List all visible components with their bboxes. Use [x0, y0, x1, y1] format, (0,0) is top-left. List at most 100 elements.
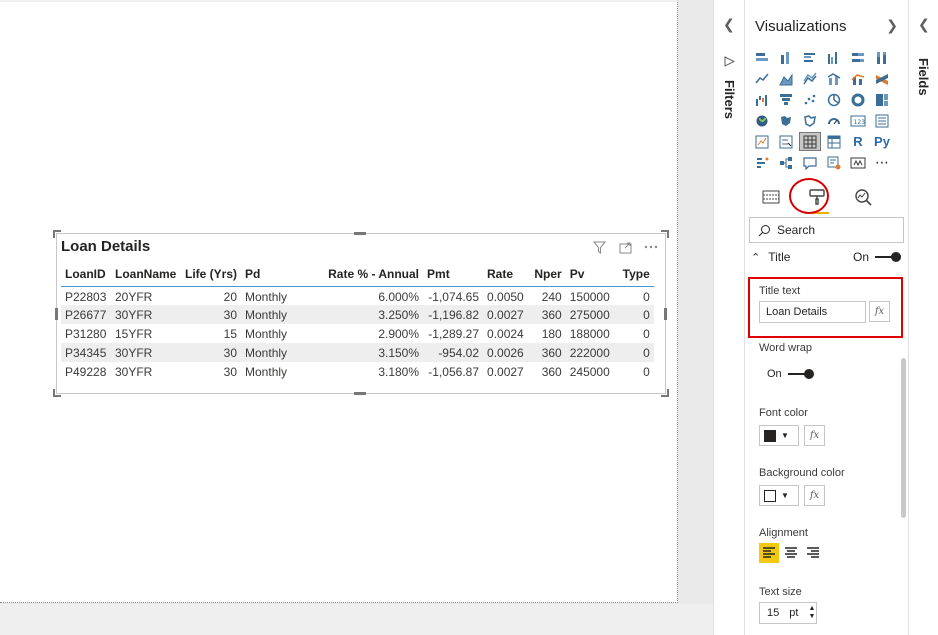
area-chart-icon[interactable] [775, 69, 797, 88]
col-header[interactable]: LoanName [111, 262, 181, 287]
table-cell: 222000 [565, 343, 614, 362]
scatter-chart-icon[interactable] [799, 90, 821, 109]
100-stacked-column-icon[interactable] [871, 48, 893, 67]
table-cell: P22803 [65, 290, 107, 305]
gauge-icon[interactable] [823, 111, 845, 130]
funnel-chart-icon[interactable] [775, 90, 797, 109]
treemap-icon[interactable] [871, 90, 893, 109]
col-header[interactable]: Rate [483, 262, 528, 287]
python-visual-icon[interactable]: Py [871, 132, 893, 151]
filter-icon [724, 56, 736, 70]
map-icon[interactable] [751, 111, 773, 130]
title-toggle[interactable] [875, 252, 901, 262]
focus-mode-icon[interactable] [617, 239, 633, 255]
table-row[interactable]: P34345 30YFR 30 Monthly 3.150% -954.02 0.0026 3… [61, 343, 654, 362]
format-search-input[interactable]: Search [749, 217, 904, 243]
table-visual[interactable]: Loan Details LoanID LoanName Life (Yrs) … [53, 230, 669, 397]
col-header[interactable]: Type [613, 262, 654, 287]
chevron-right-icon[interactable]: ❯ [886, 17, 898, 34]
chevron-left-icon[interactable]: ❮ [723, 16, 735, 33]
decomposition-tree-icon[interactable] [775, 153, 797, 172]
title-toggle-label: On [852, 250, 869, 264]
filled-map-icon[interactable] [775, 111, 797, 130]
table-cell: 0 [613, 305, 654, 324]
report-canvas[interactable]: Loan Details LoanID LoanName Life (Yrs) … [0, 0, 678, 603]
table-icon[interactable] [799, 132, 821, 151]
table-row[interactable]: P31280 15YFR 15 Monthly 2.900% -1,289.27 0.002… [61, 324, 654, 343]
table-cell: -1,196.82 [423, 305, 484, 324]
table-cell: -1,289.27 [428, 326, 480, 341]
table-cell: 30 [181, 343, 242, 362]
clustered-bar-icon[interactable] [799, 48, 821, 67]
table-row[interactable]: P26677 30YFR 30 Monthly 3.250% -1,196.82 0.002… [61, 305, 654, 324]
paginated-report-icon[interactable] [847, 153, 869, 172]
stacked-area-icon[interactable] [799, 69, 821, 88]
card-icon[interactable]: 123 [847, 111, 869, 130]
qa-visual-icon[interactable] [799, 153, 821, 172]
table-cell: 240 [541, 290, 562, 305]
fields-pane-collapsed[interactable]: ❮ Fields [908, 0, 938, 635]
col-header[interactable]: Pv [565, 262, 614, 287]
text-size-stepper[interactable]: 15 pt ▲ ▼ [759, 602, 817, 624]
table-cell: 0 [643, 326, 650, 341]
font-color-picker[interactable]: ▼ [759, 425, 799, 446]
pane-scrollbar[interactable] [901, 358, 906, 518]
title-fx-button[interactable]: fx [869, 301, 890, 322]
smart-narrative-icon[interactable] [823, 153, 845, 172]
col-header[interactable]: Life (Yrs) [181, 262, 242, 287]
shape-map-icon[interactable] [799, 111, 821, 130]
col-header[interactable]: Nper [527, 262, 566, 287]
multi-row-card-icon[interactable] [871, 111, 893, 130]
stacked-bar-icon[interactable] [751, 48, 773, 67]
align-right-icon[interactable] [803, 543, 823, 563]
word-wrap-toggle[interactable] [787, 369, 814, 379]
donut-chart-icon[interactable] [847, 90, 869, 109]
waterfall-chart-icon[interactable] [751, 90, 773, 109]
analytics-magnifier-icon[interactable] [847, 182, 879, 212]
align-left-icon[interactable] [759, 543, 779, 563]
fields-tab-icon[interactable] [755, 182, 787, 212]
filters-pane-collapsed[interactable]: ❮ Filters [713, 0, 745, 635]
table-cell: 0.0027 [487, 364, 524, 379]
table-row[interactable]: P22803 20YFR 20 Monthly 6.000% -1,074.65 0.005… [61, 286, 654, 305]
stacked-column-icon[interactable] [775, 48, 797, 67]
col-header[interactable]: LoanID [61, 262, 111, 287]
col-header[interactable]: Rate % - Annual [321, 262, 424, 287]
more-visuals-icon[interactable]: ⋯ [871, 153, 893, 172]
line-stacked-column-icon[interactable] [847, 69, 869, 88]
font-color-fx-button[interactable]: fx [804, 425, 825, 446]
align-center-icon[interactable] [781, 543, 801, 563]
table-cell: 3.180% [378, 364, 420, 379]
table-header-row: LoanID LoanName Life (Yrs) Pd Rate % - A… [61, 262, 654, 287]
slicer-icon[interactable] [775, 132, 797, 151]
col-header[interactable]: Pd [241, 262, 322, 287]
filters-label[interactable]: Filters [722, 80, 737, 119]
r-visual-icon[interactable]: R [847, 132, 869, 151]
pie-chart-icon[interactable] [823, 90, 845, 109]
section-title: Title [768, 250, 791, 264]
line-chart-icon[interactable] [751, 69, 773, 88]
more-options-icon[interactable] [643, 239, 659, 255]
filter-icon[interactable] [591, 239, 607, 255]
background-color-fx-button[interactable]: fx [804, 485, 825, 506]
kpi-icon[interactable] [751, 132, 773, 151]
stepper-arrows-icon[interactable]: ▲ ▼ [808, 605, 815, 621]
matrix-icon[interactable] [823, 132, 845, 151]
fields-label[interactable]: Fields [916, 58, 931, 96]
clustered-column-icon[interactable] [823, 48, 845, 67]
title-section-header[interactable]: ⌃ Title On [751, 250, 901, 264]
search-icon [758, 224, 770, 236]
col-header[interactable]: Pmt [423, 262, 484, 287]
line-clustered-column-icon[interactable] [823, 69, 845, 88]
visual-title: Loan Details [61, 238, 151, 255]
table-row[interactable]: P49228 30YFR 30 Monthly 3.180% -1,056.87 0.002… [61, 362, 654, 381]
title-text-input[interactable]: Loan Details [759, 301, 866, 323]
key-influencers-icon[interactable] [751, 153, 773, 172]
100-stacked-bar-icon[interactable] [847, 48, 869, 67]
table-cell: P34345 [61, 343, 111, 362]
table-cell: 360 [541, 364, 562, 379]
table-cell: 30 [181, 305, 242, 324]
chevron-left-icon[interactable]: ❮ [918, 16, 930, 33]
background-color-picker[interactable]: ▼ [759, 485, 799, 506]
ribbon-chart-icon[interactable] [871, 69, 893, 88]
